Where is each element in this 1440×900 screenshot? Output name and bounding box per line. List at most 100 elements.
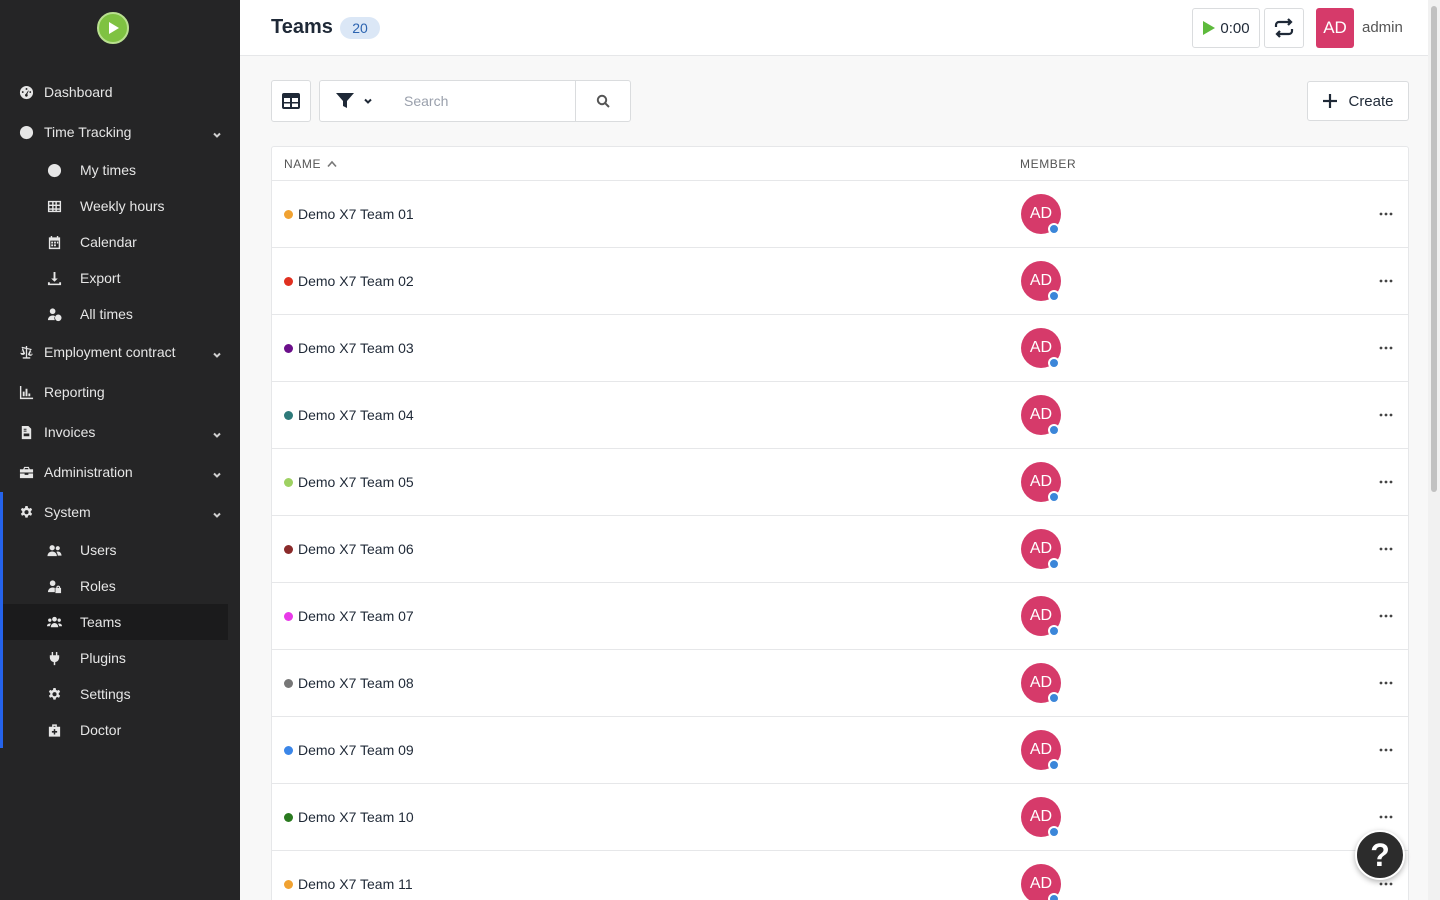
sidebar-item-administration[interactable]: Administration — [0, 452, 240, 492]
table-row: Demo X7 Team 07 AD — [272, 583, 1408, 650]
team-name-link[interactable]: Demo X7 Team 04 — [284, 407, 414, 423]
team-name-link[interactable]: Demo X7 Team 03 — [284, 340, 414, 356]
ellipsis-icon — [1379, 279, 1393, 283]
user-avatar[interactable]: AD — [1316, 8, 1354, 48]
sidebar-item-plugins[interactable]: Plugins — [3, 640, 240, 676]
member-status-dot — [1048, 826, 1060, 838]
team-color-dot — [284, 812, 293, 822]
team-name: Demo X7 Team 01 — [298, 206, 414, 222]
scroll-thumb[interactable] — [1431, 6, 1437, 492]
team-color-dot — [284, 879, 293, 889]
create-button[interactable]: Create — [1307, 81, 1409, 121]
users-icon — [46, 542, 62, 558]
sort-ascending-icon — [327, 160, 337, 168]
repeat-button[interactable] — [1264, 8, 1304, 48]
row-actions-button[interactable] — [1378, 477, 1394, 487]
sidebar-item-dashboard[interactable]: Dashboard — [0, 72, 240, 112]
sidebar-item-roles[interactable]: Roles — [3, 568, 240, 604]
row-actions-button[interactable] — [1378, 611, 1394, 621]
sidebar-item-label: Invoices — [44, 424, 96, 440]
search-input[interactable] — [388, 80, 576, 122]
row-actions-button[interactable] — [1378, 745, 1394, 755]
sidebar-item-label: Administration — [44, 464, 133, 480]
row-actions-button[interactable] — [1378, 410, 1394, 420]
ellipsis-icon — [1379, 815, 1393, 819]
search-button[interactable] — [575, 80, 631, 122]
column-header-label: Name — [284, 157, 322, 171]
sidebar-item-invoices[interactable]: Invoices — [0, 412, 240, 452]
medkit-icon — [46, 722, 62, 738]
table-icon — [282, 93, 300, 109]
help-button[interactable]: ? — [1355, 830, 1405, 880]
sidebar-item-my-times[interactable]: My times — [0, 152, 240, 188]
team-name-link[interactable]: Demo X7 Team 01 — [284, 206, 414, 222]
sidebar-item-all-times[interactable]: All times — [0, 296, 240, 332]
row-actions-button[interactable] — [1378, 209, 1394, 219]
team-name-link[interactable]: Demo X7 Team 11 — [284, 876, 413, 892]
sidebar-item-label: Roles — [80, 578, 116, 594]
start-timer-button[interactable]: 0:00 — [1192, 8, 1260, 48]
sidebar-item-weekly-hours[interactable]: Weekly hours — [0, 188, 240, 224]
team-name-link[interactable]: Demo X7 Team 10 — [284, 809, 414, 825]
sidebar-item-employment-contract[interactable]: Employment contract — [0, 332, 240, 372]
team-name-link[interactable]: Demo X7 Team 02 — [284, 273, 414, 289]
table-row: Demo X7 Team 02 AD — [272, 248, 1408, 315]
page-scrollbar[interactable] — [1428, 0, 1440, 900]
play-logo-icon[interactable] — [97, 12, 129, 44]
team-name-link[interactable]: Demo X7 Team 05 — [284, 474, 414, 490]
clock-icon — [18, 124, 34, 140]
table-icon — [46, 198, 62, 214]
sidebar-item-teams[interactable]: Teams — [3, 604, 228, 640]
row-actions-button[interactable] — [1378, 678, 1394, 688]
sidebar-item-label: All times — [80, 306, 133, 322]
table-row: Demo X7 Team 08 AD — [272, 650, 1408, 717]
create-button-label: Create — [1348, 92, 1394, 110]
sidebar-nav: Dashboard Time Tracking My times Weekly … — [0, 72, 240, 748]
ellipsis-icon — [1379, 882, 1393, 886]
chevron-down-icon — [212, 127, 222, 138]
user-clock-icon — [46, 306, 62, 322]
filter-button[interactable] — [319, 80, 389, 122]
table-row: Demo X7 Team 05 AD — [272, 449, 1408, 516]
row-actions-button[interactable] — [1378, 879, 1394, 889]
sidebar-item-settings[interactable]: Settings — [3, 676, 240, 712]
chevron-down-icon — [364, 98, 372, 104]
sidebar-item-users[interactable]: Users — [3, 532, 240, 568]
sidebar-item-reporting[interactable]: Reporting — [0, 372, 240, 412]
ellipsis-icon — [1379, 614, 1393, 618]
column-header-name[interactable]: Name — [284, 157, 337, 171]
sidebar-item-export[interactable]: Export — [0, 260, 240, 296]
row-actions-button[interactable] — [1378, 343, 1394, 353]
team-color-dot — [284, 343, 293, 353]
chevron-down-icon — [212, 427, 222, 438]
team-name-link[interactable]: Demo X7 Team 08 — [284, 675, 414, 691]
table-row: Demo X7 Team 06 AD — [272, 516, 1408, 583]
invoice-icon — [18, 424, 34, 440]
teams-table: Name Member Demo X7 Team 01 AD Demo X7 Tea… — [271, 146, 1409, 900]
dashboard-icon — [18, 84, 34, 100]
team-name-link[interactable]: Demo X7 Team 07 — [284, 608, 414, 624]
system-group: System Users Roles Teams Plugins Setting… — [0, 492, 240, 748]
sidebar-item-system[interactable]: System — [3, 492, 240, 532]
chevron-down-icon — [212, 347, 222, 358]
member-status-dot — [1048, 290, 1060, 302]
sidebar-item-calendar[interactable]: Calendar — [0, 224, 240, 260]
chart-icon — [18, 384, 34, 400]
sidebar-item-time-tracking[interactable]: Time Tracking — [0, 112, 240, 152]
team-name-link[interactable]: Demo X7 Team 06 — [284, 541, 414, 557]
repeat-icon — [1274, 18, 1294, 38]
sidebar-item-label: Users — [80, 542, 117, 558]
team-name: Demo X7 Team 11 — [298, 876, 413, 892]
row-actions-button[interactable] — [1378, 544, 1394, 554]
table-view-button[interactable] — [271, 80, 311, 122]
user-name[interactable]: admin — [1362, 19, 1403, 36]
team-color-dot — [284, 477, 293, 487]
team-name-link[interactable]: Demo X7 Team 09 — [284, 742, 414, 758]
row-actions-button[interactable] — [1378, 276, 1394, 286]
team-color-dot — [284, 544, 293, 554]
sidebar-item-doctor[interactable]: Doctor — [3, 712, 240, 748]
team-name: Demo X7 Team 09 — [298, 742, 414, 758]
calendar-icon — [46, 234, 62, 250]
ellipsis-icon — [1379, 681, 1393, 685]
row-actions-button[interactable] — [1378, 812, 1394, 822]
